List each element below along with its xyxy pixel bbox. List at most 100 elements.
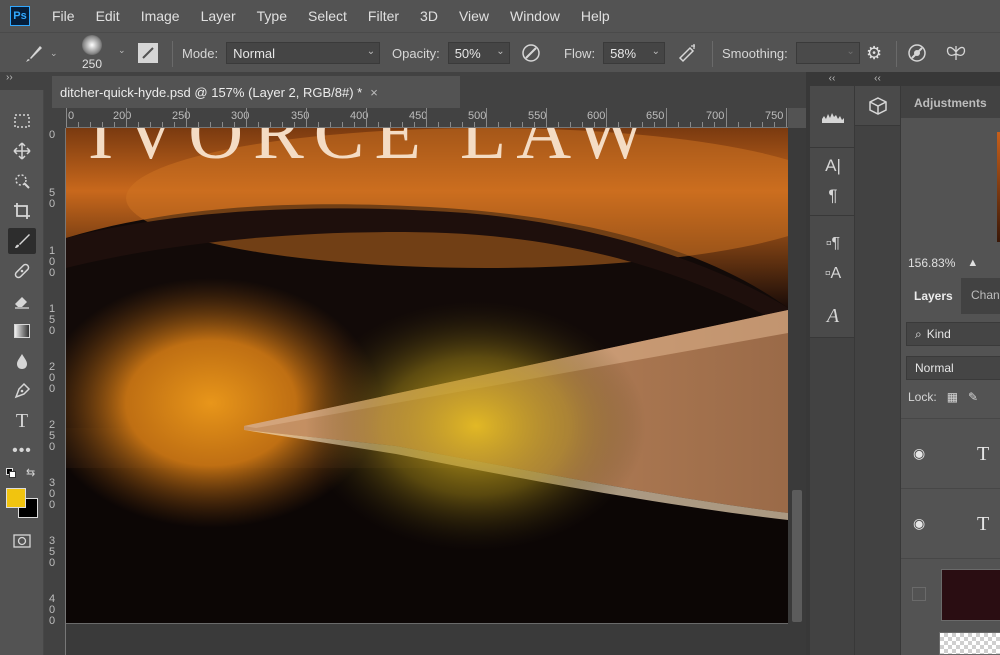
menu-type[interactable]: Type: [247, 8, 298, 24]
eraser-icon: [15, 297, 29, 309]
vertical-scrollbar[interactable]: [788, 128, 806, 655]
mountain-small-icon[interactable]: ▲: [967, 257, 978, 269]
lock-paint-icon[interactable]: ✎: [968, 390, 978, 404]
ruler-tick: [282, 122, 283, 127]
histogram-panel-button[interactable]: [818, 103, 848, 131]
more-tools[interactable]: •••: [8, 438, 36, 464]
glyphs-panel-button[interactable]: A: [818, 302, 848, 330]
pen-pressure-size-icon: [908, 44, 926, 62]
character-styles-button[interactable]: ▫A: [818, 260, 848, 288]
smoothing-options-button[interactable]: ⚙: [866, 33, 882, 73]
document-tab[interactable]: ditcher-quick-hyde.psd @ 157% (Layer 2, …: [52, 76, 460, 108]
ruler-tick: [78, 122, 79, 127]
tab-layers[interactable]: Layers: [901, 278, 961, 314]
eye-icon[interactable]: ◉: [913, 516, 929, 530]
menu-layer[interactable]: Layer: [191, 8, 247, 24]
quick-selection-tool[interactable]: [8, 168, 36, 194]
layer-row[interactable]: [901, 558, 1000, 628]
eye-icon[interactable]: ◉: [913, 446, 929, 460]
quick-mask-icon: [13, 534, 31, 548]
pen-tool[interactable]: [8, 378, 36, 404]
pressure-opacity-button[interactable]: [520, 33, 542, 73]
swap-colors-icon[interactable]: ⇆: [26, 466, 35, 479]
ruler-tick: [594, 122, 595, 127]
gradient-tool[interactable]: [8, 318, 36, 344]
blur-tool[interactable]: [8, 348, 36, 374]
brush-size-picker[interactable]: 250: [82, 33, 102, 73]
brush-tool-preset[interactable]: ⌄: [22, 33, 58, 73]
pressure-size-button[interactable]: [906, 33, 928, 73]
lock-transparent-icon[interactable]: ▦: [947, 390, 958, 404]
opacity-input[interactable]: 50% ⌄: [447, 42, 510, 64]
ruler-tick: [246, 108, 247, 127]
ruler-tick: [450, 122, 451, 127]
vertical-ruler[interactable]: 0 50 100 150 200 250 300 350 400: [44, 128, 66, 655]
tab-channels[interactable]: Chan: [971, 288, 1000, 302]
soft-brush-tip-icon: [82, 35, 103, 55]
foreground-color-swatch[interactable]: [6, 488, 26, 508]
collapse-dock-icon[interactable]: ‹‹: [810, 72, 854, 86]
blend-mode-value: Normal: [915, 361, 954, 375]
ruler-label: 600: [587, 110, 606, 122]
horizontal-ruler[interactable]: 0 200 250 300 350 400 450 500 550 600 650 700 750: [66, 108, 788, 128]
eraser-tool[interactable]: [8, 288, 36, 314]
paragraph-styles-button[interactable]: ▫¶: [818, 230, 848, 258]
gear-icon: ⚙: [866, 42, 883, 63]
layer-row[interactable]: ◉ T: [901, 488, 1000, 558]
paragraph-panel-button[interactable]: ¶: [818, 182, 848, 210]
menu-select[interactable]: Select: [298, 8, 358, 24]
menu-image[interactable]: Image: [131, 8, 191, 24]
menu-filter[interactable]: Filter: [358, 8, 410, 24]
photoshop-logo: Ps: [10, 6, 30, 26]
brush-tool[interactable]: [8, 228, 36, 254]
symmetry-button[interactable]: [944, 33, 968, 73]
menu-view[interactable]: View: [449, 8, 500, 24]
ruler-tick: [582, 122, 583, 127]
layers-panel-tabs: Layers Chan: [901, 278, 1000, 314]
3d-panel-button[interactable]: [863, 92, 893, 120]
default-colors-button[interactable]: [6, 468, 16, 478]
collapse-dock-icon[interactable]: ‹‹: [855, 72, 900, 86]
gradient-icon: [14, 324, 30, 338]
brush-icon: [26, 46, 42, 62]
ruler-tick: [222, 122, 223, 127]
document-canvas[interactable]: IVORCE LAW: [66, 128, 788, 623]
ruler-tick: [330, 122, 331, 127]
brush-settings-toggle[interactable]: [138, 33, 158, 73]
ruler-tick: [390, 122, 391, 127]
marquee-tool[interactable]: [8, 108, 36, 134]
quick-mask-button[interactable]: [8, 528, 36, 554]
hidden-visibility-box[interactable]: [912, 587, 926, 601]
layer-filter-dropdown[interactable]: ⌕ Kind: [906, 322, 1000, 346]
type-icon: T: [15, 409, 29, 432]
mode-dropdown[interactable]: Normal ⌄: [226, 42, 381, 64]
move-tool[interactable]: [8, 138, 36, 164]
ruler-origin[interactable]: [44, 108, 66, 128]
type-tool[interactable]: T: [8, 408, 36, 434]
smoothing-input[interactable]: ⌄: [795, 42, 860, 64]
ruler-tick: [534, 122, 535, 127]
menu-edit[interactable]: Edit: [86, 8, 131, 24]
zoom-level[interactable]: 156.83%: [908, 256, 955, 270]
healing-tool[interactable]: [8, 258, 36, 284]
navigator-preview[interactable]: [901, 118, 1000, 248]
ruler-tick: [606, 108, 607, 127]
menu-help[interactable]: Help: [571, 8, 621, 24]
toolbar-collapse-strip[interactable]: ››: [0, 72, 50, 90]
ruler-tick: [462, 122, 463, 127]
menu-file[interactable]: File: [42, 8, 86, 24]
menu-bar: Ps File Edit Image Layer Type Select Fil…: [0, 0, 1000, 32]
menu-window[interactable]: Window: [500, 8, 571, 24]
crop-tool[interactable]: [8, 198, 36, 224]
character-panel-button[interactable]: A|: [818, 152, 848, 180]
blend-mode-dropdown[interactable]: Normal: [906, 356, 1000, 380]
adjustments-panel-header[interactable]: Adjustments: [901, 86, 1000, 118]
menu-3d[interactable]: 3D: [410, 8, 449, 24]
close-icon[interactable]: ×: [370, 85, 378, 100]
scrollbar-thumb[interactable]: [792, 490, 802, 622]
airbrush-button[interactable]: [676, 33, 698, 73]
layer-row[interactable]: ◉ T: [901, 418, 1000, 488]
ruler-tick: [762, 122, 763, 127]
ruler-label: 750: [765, 110, 784, 122]
flow-input[interactable]: 58% ⌄: [603, 42, 666, 64]
